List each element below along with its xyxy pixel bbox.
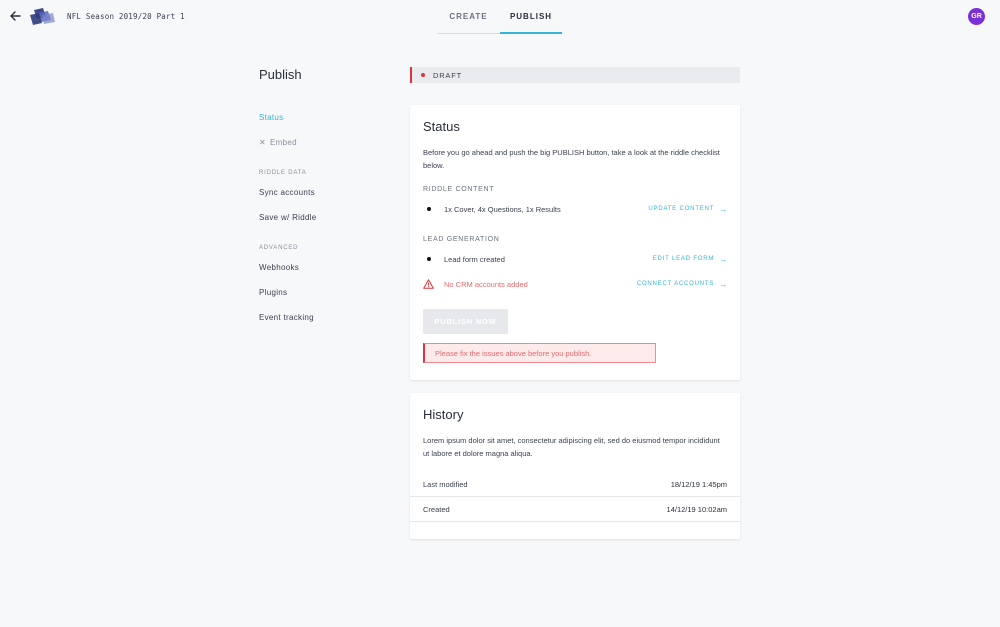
publish-error-message: Please fix the issues above before you p…: [423, 343, 656, 363]
lead-form-status: Lead form created: [444, 254, 505, 264]
history-card: History Lorem ipsum dolor sit amet, cons…: [410, 393, 740, 539]
history-card-description: Lorem ipsum dolor sit amet, consectetur …: [423, 436, 720, 458]
riddle-content-label: RIDDLE CONTENT: [423, 186, 495, 193]
tab-publish[interactable]: PUBLISH: [500, 0, 562, 34]
edit-lead-form-link[interactable]: EDIT LEAD FORM →: [653, 255, 728, 264]
sidebar-item-label: Embed: [270, 138, 297, 147]
status-card-description: Before you go ahead and push the big PUB…: [423, 148, 720, 170]
sidebar-item-plugins[interactable]: Plugins: [259, 288, 287, 297]
history-row-created: Created 14/12/19 10:02am: [410, 497, 740, 522]
user-avatar[interactable]: GR: [968, 8, 985, 25]
update-content-link[interactable]: UPDATE CONTENT →: [648, 205, 728, 214]
sidebar-item-event-tracking[interactable]: Event tracking: [259, 313, 314, 322]
bullet-icon: [427, 257, 431, 261]
lead-form-row: Lead form created EDIT LEAD FORM →: [423, 253, 728, 265]
top-bar: NFL Season 2019/20 Part 1 CREATE PUBLISH…: [0, 0, 1000, 34]
sidebar-item-webhooks[interactable]: Webhooks: [259, 263, 299, 272]
sidebar-item-embed[interactable]: ✕ Embed: [259, 138, 297, 147]
sidebar-item-status[interactable]: Status: [259, 113, 283, 122]
connect-accounts-link[interactable]: CONNECT ACCOUNTS →: [637, 280, 728, 289]
mode-tabs: CREATE PUBLISH: [437, 0, 562, 34]
arrow-right-icon: →: [719, 254, 728, 264]
connect-accounts-label: CONNECT ACCOUNTS: [636, 281, 715, 287]
document-title: NFL Season 2019/20 Part 1: [67, 12, 185, 21]
riddle-content-row: 1x Cover, 4x Questions, 1x Results UPDAT…: [423, 203, 728, 215]
arrow-right-icon: →: [719, 204, 728, 214]
draft-status-bar: DRAFT: [410, 67, 740, 83]
history-row-label: Last modified: [423, 479, 468, 489]
status-dot-icon: [421, 73, 425, 77]
history-row-value: 18/12/19 1:45pm: [670, 479, 727, 489]
status-card: Status Before you go ahead and push the …: [410, 105, 740, 380]
warning-icon: [423, 279, 435, 289]
arrow-right-icon: →: [719, 279, 728, 289]
sidebar-section-advanced: ADVANCED: [259, 245, 299, 251]
publish-now-button[interactable]: PUBLISH NOW: [423, 309, 508, 334]
history-card-title: History: [423, 407, 464, 422]
history-row-last-modified: Last modified 18/12/19 1:45pm: [410, 472, 740, 497]
history-row-label: Created: [423, 504, 450, 514]
crm-accounts-row: No CRM accounts added CONNECT ACCOUNTS →: [423, 278, 728, 290]
bullet-icon: [427, 207, 431, 211]
sidebar-item-save-with-riddle[interactable]: Save w/ Riddle: [259, 213, 317, 222]
close-icon: ✕: [259, 138, 267, 147]
riddle-logo-icon: [30, 8, 55, 25]
status-card-title: Status: [423, 119, 460, 134]
sidebar-item-sync-accounts[interactable]: Sync accounts: [259, 188, 315, 197]
edit-lead-form-label: EDIT LEAD FORM: [652, 256, 715, 262]
history-row-value: 14/12/19 10:02am: [666, 504, 727, 514]
crm-accounts-error: No CRM accounts added: [444, 279, 528, 289]
page-title: Publish: [259, 67, 302, 82]
riddle-content-summary: 1x Cover, 4x Questions, 1x Results: [444, 204, 561, 214]
update-content-label: UPDATE CONTENT: [648, 206, 715, 212]
back-button[interactable]: [7, 8, 23, 24]
lead-generation-label: LEAD GENERATION: [423, 236, 500, 243]
arrow-left-icon: [9, 11, 21, 21]
sidebar-section-riddle-data: RIDDLE DATA: [259, 170, 307, 176]
status-badge: DRAFT: [433, 70, 462, 80]
tab-create[interactable]: CREATE: [437, 0, 500, 34]
